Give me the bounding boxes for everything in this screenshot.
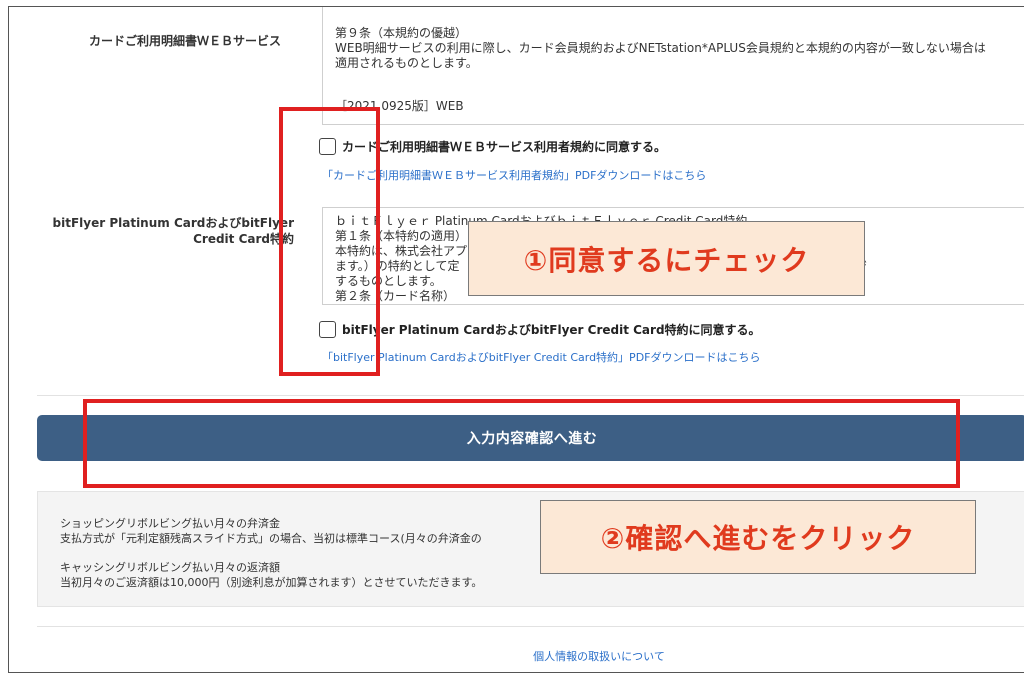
button-highlight-box [83,399,960,488]
terms-line: WEB明細サービスの利用に際し、カード会員規約およびNETstation*APL… [335,41,986,55]
step2-callout: ②確認へ進むをクリック [540,500,976,574]
card-web-agree-label[interactable]: カードご利用明細書ＷＥＢサービス利用者規約に同意する。 [342,138,666,155]
page-frame: カードご利用明細書ＷＥＢサービス 第９条（本規約の優越） WEB明細サービスの利… [8,6,1024,673]
checkbox-highlight-box [279,107,380,376]
terms-line: 適用されるものとします。 [335,56,478,70]
terms-version: ［2021.0925版］WEB [335,99,464,113]
cashing-revolving-text: 当初月々のご返済額は10,000円（別途利息が加算されます）とさせていただきます… [60,576,483,589]
card-web-terms-box[interactable]: 第９条（本規約の優越） WEB明細サービスの利用に際し、カード会員規約およびNE… [322,7,1024,125]
privacy-policy-link[interactable]: 個人情報の取扱いについて [9,648,1024,664]
step1-callout: ①同意するにチェック [468,221,865,296]
terms-line: 第９条（本規約の優越） [335,26,468,40]
bitflyer-agree-row[interactable]: bitFlyer Platinum CardおよびbitFlyer Credit… [319,321,761,338]
card-web-service-label: カードご利用明細書ＷＥＢサービス [89,34,282,48]
footer-divider [37,626,1024,627]
bitflyer-label-line2: Credit Card特約 [193,232,294,246]
section-divider [37,395,1024,396]
bitflyer-pdf-link[interactable]: 「bitFlyer Platinum CardおよびbitFlyer Credi… [322,349,761,365]
bitflyer-terms-label: bitFlyer Platinum CardおよびbitFlyer Credit… [49,215,294,247]
bitflyer-label-line1: bitFlyer Platinum CardおよびbitFlyer [52,216,294,230]
bitflyer-agree-label[interactable]: bitFlyer Platinum CardおよびbitFlyer Credit… [342,321,761,338]
